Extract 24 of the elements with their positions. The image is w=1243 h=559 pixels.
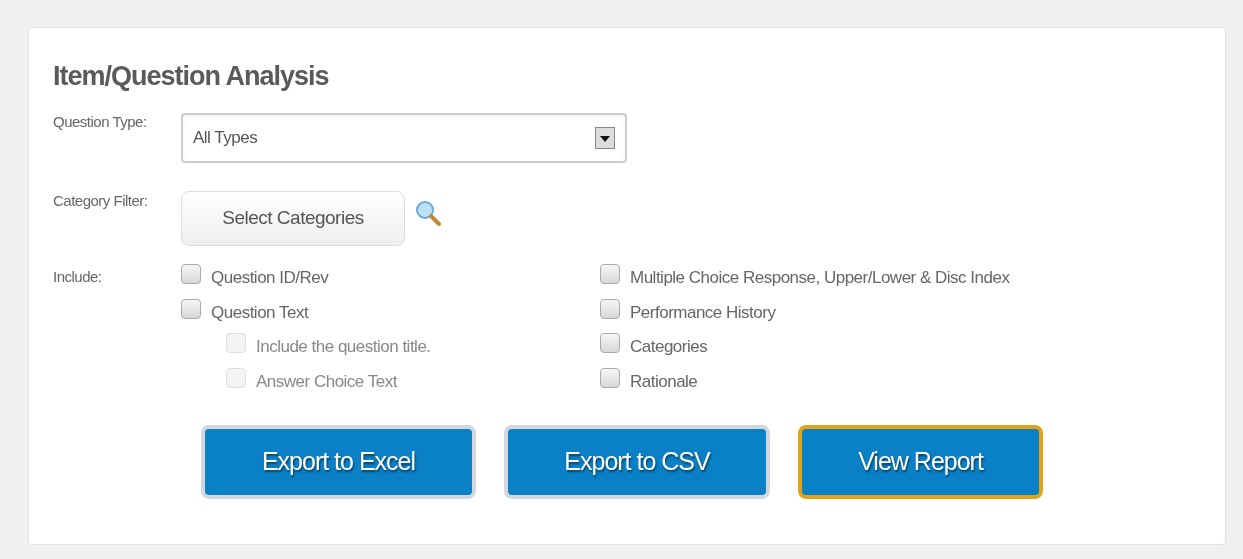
checkbox[interactable] — [600, 298, 620, 319]
checkbox-label: Rationale — [630, 371, 698, 394]
export-button[interactable]: Export to CSV — [504, 424, 770, 499]
field-label: Category Filter: — [53, 191, 149, 211]
field-label: Include: — [53, 267, 103, 287]
search-icon[interactable] — [414, 199, 442, 227]
select-categories-button[interactable]: Select Categories — [181, 191, 405, 246]
export-button[interactable]: Export to Excel — [201, 424, 476, 499]
checkbox-label: Categories — [630, 336, 708, 359]
checkbox-label: Include the question title. — [256, 336, 431, 359]
checkbox[interactable] — [600, 264, 620, 284]
checkbox-label: Multiple Choice Response, Upper/Lower & Disc Index — [630, 267, 1010, 289]
checkbox-label: Performance History — [630, 301, 776, 324]
page-title: Item/Question Analysis — [53, 60, 329, 93]
checkbox[interactable] — [600, 368, 620, 389]
field-label: Question Type: — [53, 112, 148, 132]
dropdown[interactable]: All Types — [181, 113, 627, 163]
checkbox[interactable] — [181, 264, 201, 284]
view-report-button[interactable]: View Report — [798, 424, 1043, 499]
checkbox[interactable] — [181, 298, 201, 319]
checkbox-label: Question ID/Rev — [211, 267, 329, 289]
checkbox-label: Answer Choice Text — [256, 371, 397, 394]
checkbox-label: Question Text — [211, 301, 309, 324]
checkbox[interactable] — [600, 333, 620, 354]
